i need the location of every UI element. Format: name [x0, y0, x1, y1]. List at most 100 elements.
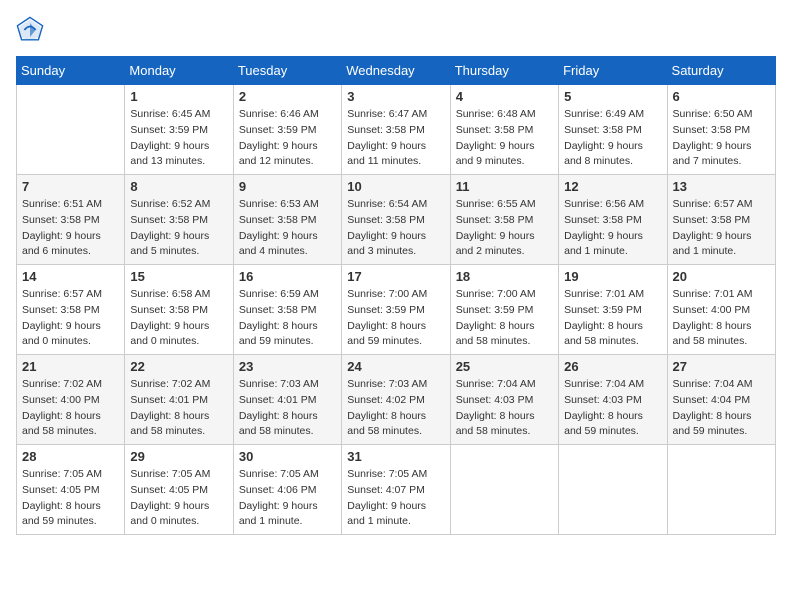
logo-icon: [16, 16, 44, 44]
calendar-week-3: 14 Sunrise: 6:57 AMSunset: 3:58 PMDayligh…: [17, 265, 776, 355]
day-number: 20: [673, 269, 770, 284]
calendar-cell: 26 Sunrise: 7:04 AMSunset: 4:03 PMDayligh…: [559, 355, 667, 445]
page-header: [16, 16, 776, 44]
day-number: 10: [347, 179, 444, 194]
day-number: 8: [130, 179, 227, 194]
day-info: Sunrise: 7:05 AMSunset: 4:06 PMDaylight:…: [239, 467, 336, 530]
weekday-header-thursday: Thursday: [450, 57, 558, 85]
day-info: Sunrise: 6:58 AMSunset: 3:58 PMDaylight:…: [130, 287, 227, 350]
calendar-cell: 31 Sunrise: 7:05 AMSunset: 4:07 PMDayligh…: [342, 445, 450, 535]
day-number: 2: [239, 89, 336, 104]
day-number: 17: [347, 269, 444, 284]
day-number: 23: [239, 359, 336, 374]
calendar-week-5: 28Sunrise: 7:05 AMSunset: 4:05 PMDayligh…: [17, 445, 776, 535]
day-number: 5: [564, 89, 661, 104]
calendar-cell: 22Sunrise: 7:02 AMSunset: 4:01 PMDayligh…: [125, 355, 233, 445]
day-number: 26: [564, 359, 661, 374]
calendar-cell: 29 Sunrise: 7:05 AMSunset: 4:05 PMDayligh…: [125, 445, 233, 535]
calendar-cell: 12 Sunrise: 6:56 AMSunset: 3:58 PMDayligh…: [559, 175, 667, 265]
day-number: 31: [347, 449, 444, 464]
calendar-cell: [667, 445, 775, 535]
day-number: 30: [239, 449, 336, 464]
day-info: Sunrise: 6:57 AMSunset: 3:58 PMDaylight:…: [22, 287, 119, 350]
day-info: Sunrise: 7:00 AMSunset: 3:59 PMDaylight:…: [456, 287, 553, 350]
day-info: Sunrise: 6:57 AMSunset: 3:58 PMDaylight:…: [673, 197, 770, 260]
calendar-cell: 8 Sunrise: 6:52 AMSunset: 3:58 PMDaylight…: [125, 175, 233, 265]
calendar-cell: 4 Sunrise: 6:48 AMSunset: 3:58 PMDaylight…: [450, 85, 558, 175]
day-info: Sunrise: 7:02 AMSunset: 4:00 PMDaylight:…: [22, 377, 119, 440]
day-number: 14: [22, 269, 119, 284]
calendar-cell: [450, 445, 558, 535]
calendar-cell: 5 Sunrise: 6:49 AMSunset: 3:58 PMDaylight…: [559, 85, 667, 175]
day-info: Sunrise: 6:47 AMSunset: 3:58 PMDaylight:…: [347, 107, 444, 170]
calendar-cell: 1 Sunrise: 6:45 AMSunset: 3:59 PMDaylight…: [125, 85, 233, 175]
day-number: 6: [673, 89, 770, 104]
weekday-header-sunday: Sunday: [17, 57, 125, 85]
weekday-header-saturday: Saturday: [667, 57, 775, 85]
day-info: Sunrise: 7:03 AMSunset: 4:01 PMDaylight:…: [239, 377, 336, 440]
day-info: Sunrise: 7:05 AMSunset: 4:07 PMDaylight:…: [347, 467, 444, 530]
day-number: 3: [347, 89, 444, 104]
calendar-week-4: 21 Sunrise: 7:02 AMSunset: 4:00 PMDayligh…: [17, 355, 776, 445]
day-info: Sunrise: 6:59 AMSunset: 3:58 PMDaylight:…: [239, 287, 336, 350]
day-info: Sunrise: 6:48 AMSunset: 3:58 PMDaylight:…: [456, 107, 553, 170]
calendar-cell: 10Sunrise: 6:54 AMSunset: 3:58 PMDayligh…: [342, 175, 450, 265]
calendar-cell: [559, 445, 667, 535]
calendar-cell: 20 Sunrise: 7:01 AMSunset: 4:00 PMDayligh…: [667, 265, 775, 355]
day-number: 27: [673, 359, 770, 374]
calendar-cell: 11 Sunrise: 6:55 AMSunset: 3:58 PMDayligh…: [450, 175, 558, 265]
weekday-header-monday: Monday: [125, 57, 233, 85]
day-info: Sunrise: 7:05 AMSunset: 4:05 PMDaylight:…: [130, 467, 227, 530]
calendar-week-2: 7 Sunrise: 6:51 AMSunset: 3:58 PMDaylight…: [17, 175, 776, 265]
calendar-cell: 27 Sunrise: 7:04 AMSunset: 4:04 PMDayligh…: [667, 355, 775, 445]
day-info: Sunrise: 6:49 AMSunset: 3:58 PMDaylight:…: [564, 107, 661, 170]
day-info: Sunrise: 6:45 AMSunset: 3:59 PMDaylight:…: [130, 107, 227, 170]
day-number: 13: [673, 179, 770, 194]
logo: [16, 16, 48, 44]
day-info: Sunrise: 7:00 AMSunset: 3:59 PMDaylight:…: [347, 287, 444, 350]
day-number: 12: [564, 179, 661, 194]
day-info: Sunrise: 7:03 AMSunset: 4:02 PMDaylight:…: [347, 377, 444, 440]
day-info: Sunrise: 6:55 AMSunset: 3:58 PMDaylight:…: [456, 197, 553, 260]
calendar-cell: 21 Sunrise: 7:02 AMSunset: 4:00 PMDayligh…: [17, 355, 125, 445]
calendar-cell: 14 Sunrise: 6:57 AMSunset: 3:58 PMDayligh…: [17, 265, 125, 355]
weekday-header-row: SundayMondayTuesdayWednesdayThursdayFrid…: [17, 57, 776, 85]
calendar-cell: 17 Sunrise: 7:00 AMSunset: 3:59 PMDayligh…: [342, 265, 450, 355]
calendar-cell: 16Sunrise: 6:59 AMSunset: 3:58 PMDayligh…: [233, 265, 341, 355]
day-number: 1: [130, 89, 227, 104]
calendar-cell: 15 Sunrise: 6:58 AMSunset: 3:58 PMDayligh…: [125, 265, 233, 355]
day-info: Sunrise: 6:53 AMSunset: 3:58 PMDaylight:…: [239, 197, 336, 260]
day-info: Sunrise: 6:51 AMSunset: 3:58 PMDaylight:…: [22, 197, 119, 260]
day-info: Sunrise: 7:04 AMSunset: 4:04 PMDaylight:…: [673, 377, 770, 440]
day-info: Sunrise: 7:01 AMSunset: 4:00 PMDaylight:…: [673, 287, 770, 350]
weekday-header-tuesday: Tuesday: [233, 57, 341, 85]
calendar-cell: 19Sunrise: 7:01 AMSunset: 3:59 PMDayligh…: [559, 265, 667, 355]
day-number: 24: [347, 359, 444, 374]
day-info: Sunrise: 6:52 AMSunset: 3:58 PMDaylight:…: [130, 197, 227, 260]
day-number: 29: [130, 449, 227, 464]
calendar-week-1: 1 Sunrise: 6:45 AMSunset: 3:59 PMDaylight…: [17, 85, 776, 175]
calendar-cell: 7 Sunrise: 6:51 AMSunset: 3:58 PMDaylight…: [17, 175, 125, 265]
day-info: Sunrise: 7:01 AMSunset: 3:59 PMDaylight:…: [564, 287, 661, 350]
calendar-cell: 2 Sunrise: 6:46 AMSunset: 3:59 PMDaylight…: [233, 85, 341, 175]
day-info: Sunrise: 6:50 AMSunset: 3:58 PMDaylight:…: [673, 107, 770, 170]
day-info: Sunrise: 7:04 AMSunset: 4:03 PMDaylight:…: [456, 377, 553, 440]
calendar-cell: 23 Sunrise: 7:03 AMSunset: 4:01 PMDayligh…: [233, 355, 341, 445]
day-number: 25: [456, 359, 553, 374]
day-number: 21: [22, 359, 119, 374]
day-number: 11: [456, 179, 553, 194]
calendar-cell: 30 Sunrise: 7:05 AMSunset: 4:06 PMDayligh…: [233, 445, 341, 535]
day-info: Sunrise: 6:46 AMSunset: 3:59 PMDaylight:…: [239, 107, 336, 170]
calendar-cell: 9Sunrise: 6:53 AMSunset: 3:58 PMDaylight…: [233, 175, 341, 265]
calendar-cell: 28Sunrise: 7:05 AMSunset: 4:05 PMDayligh…: [17, 445, 125, 535]
calendar-cell: 6 Sunrise: 6:50 AMSunset: 3:58 PMDaylight…: [667, 85, 775, 175]
calendar-cell: [17, 85, 125, 175]
day-number: 15: [130, 269, 227, 284]
day-number: 4: [456, 89, 553, 104]
day-number: 7: [22, 179, 119, 194]
day-info: Sunrise: 7:02 AMSunset: 4:01 PMDaylight:…: [130, 377, 227, 440]
day-info: Sunrise: 6:56 AMSunset: 3:58 PMDaylight:…: [564, 197, 661, 260]
weekday-header-wednesday: Wednesday: [342, 57, 450, 85]
day-info: Sunrise: 7:04 AMSunset: 4:03 PMDaylight:…: [564, 377, 661, 440]
calendar-cell: 13 Sunrise: 6:57 AMSunset: 3:58 PMDayligh…: [667, 175, 775, 265]
